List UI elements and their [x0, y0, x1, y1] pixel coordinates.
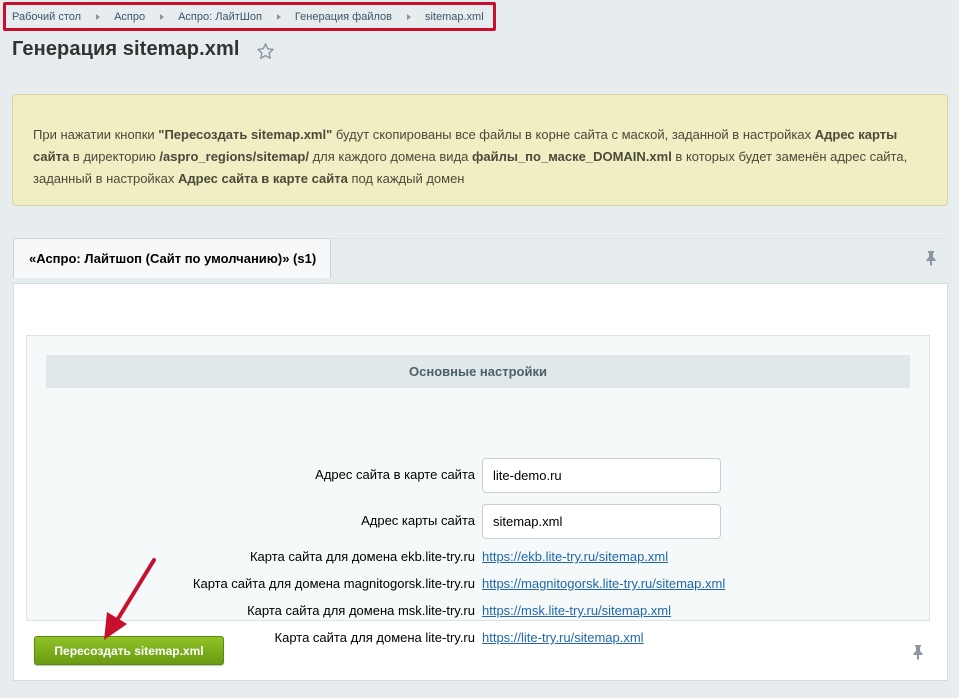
note-emphasis: Адрес сайта в карте сайта [178, 171, 348, 186]
sitemap-address-row: Адрес карты сайта sitemap.xml [27, 504, 931, 539]
site-address-row: Адрес сайта в карте сайта lite-demo.ru [27, 458, 931, 493]
breadcrumb-separator-icon [160, 13, 165, 20]
breadcrumb-item-desktop[interactable]: Рабочий стол [12, 11, 81, 23]
note-text: будут скопированы все файлы в корне сайт… [332, 127, 815, 142]
domain-link-row: Карта сайта для домена ekb.lite-try.ru h… [27, 549, 931, 569]
domain-sitemap-link-msk[interactable]: https://msk.lite-try.ru/sitemap.xml [482, 603, 671, 618]
domain-link-label: Карта сайта для домена lite-try.ru [274, 630, 475, 645]
domain-link-label: Карта сайта для домена ekb.lite-try.ru [249, 549, 475, 564]
site-address-label: Адрес сайта в карте сайта [315, 467, 475, 482]
note-text: под каждый домен [347, 171, 465, 186]
pin-icon[interactable] [924, 250, 938, 266]
tab-site-s1[interactable]: «Аспро: Лайтшоп (Сайт по умолчанию)» (s1… [13, 238, 331, 278]
pin-icon[interactable] [911, 644, 925, 660]
note-text: При нажатии кнопки [33, 127, 159, 142]
breadcrumb-separator-icon [276, 13, 281, 20]
domain-sitemap-link-main[interactable]: https://lite-try.ru/sitemap.xml [482, 630, 644, 645]
page-title: Генерация sitemap.xml [12, 38, 240, 60]
breadcrumb-item-aspro[interactable]: Аспро [114, 11, 145, 23]
section-title: Основные настройки [46, 355, 910, 388]
page-header: Генерация sitemap.xml [12, 38, 275, 61]
note-emphasis: файлы_по_маске_DOMAIN.xml [472, 149, 672, 164]
domain-link-label: Карта сайта для домена magnitogorsk.lite… [192, 576, 475, 591]
note-text: для каждого домена вида [308, 149, 472, 164]
sitemap-address-input[interactable]: sitemap.xml [482, 504, 721, 539]
sitemap-address-label: Адрес карты сайта [361, 513, 475, 528]
site-address-input[interactable]: lite-demo.ru [482, 458, 721, 493]
breadcrumb: Рабочий стол Аспро Аспро: ЛайтШоп Генера… [3, 2, 496, 31]
domain-sitemap-link-ekb[interactable]: https://ekb.lite-try.ru/sitemap.xml [482, 549, 668, 564]
domain-link-row: Карта сайта для домена msk.lite-try.ru h… [27, 603, 931, 623]
star-icon[interactable] [256, 42, 275, 61]
note-text: в директорию [69, 149, 160, 164]
breadcrumb-separator-icon [406, 13, 411, 20]
domain-sitemap-link-magnitogorsk[interactable]: https://magnitogorsk.lite-try.ru/sitemap… [482, 576, 725, 591]
breadcrumb-separator-icon [96, 13, 101, 20]
breadcrumb-item-sitemap[interactable]: sitemap.xml [425, 11, 484, 23]
domain-link-row: Карта сайта для домена magnitogorsk.lite… [27, 576, 931, 596]
red-arrow-icon [104, 558, 156, 640]
breadcrumb-item-file-generation[interactable]: Генерация файлов [295, 11, 392, 23]
domain-link-label: Карта сайта для домена msk.lite-try.ru [247, 603, 475, 618]
note-emphasis: /aspro_regions/sitemap/ [159, 149, 309, 164]
note-emphasis: "Пересоздать sitemap.xml" [158, 127, 333, 142]
info-note: При нажатии кнопки "Пересоздать sitemap.… [12, 94, 948, 206]
breadcrumb-item-aspro-liteshop[interactable]: Аспро: ЛайтШоп [178, 11, 262, 23]
